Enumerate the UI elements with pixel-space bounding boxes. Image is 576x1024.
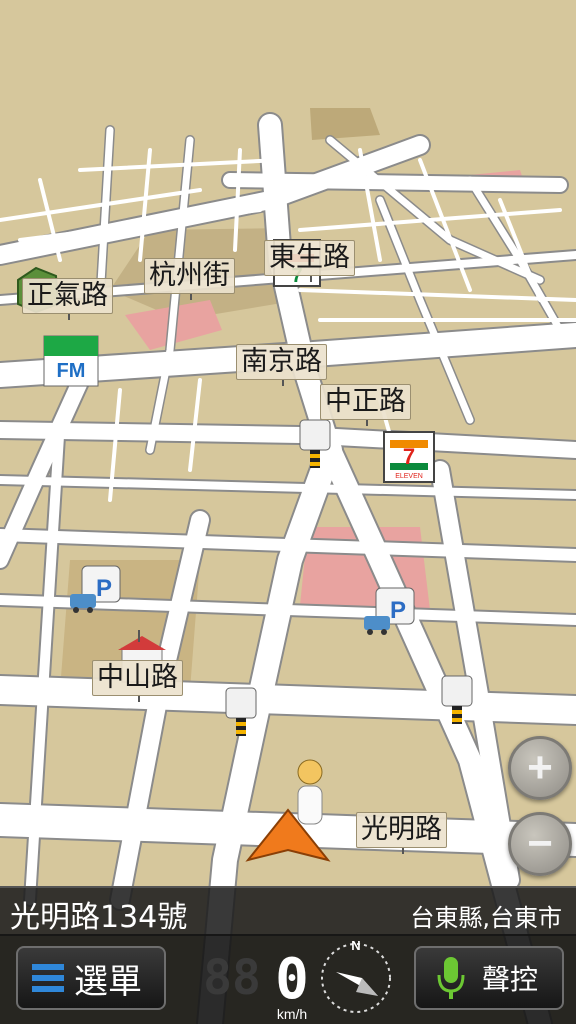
control-bar: 選單 88 0 km/h N 聲控 xyxy=(0,934,576,1024)
eleven-text: ELEVEN xyxy=(395,473,423,480)
map-canvas[interactable]: 7 7 ELEVEN FM P P xyxy=(0,0,576,1024)
svg-text:P: P xyxy=(96,575,112,602)
street-label-zhongshan: 中山路 xyxy=(92,660,183,702)
radio-station-icon[interactable]: FM xyxy=(43,335,99,387)
pedestrian-icon xyxy=(297,759,323,825)
speedometer: 88 0 km/h xyxy=(203,947,309,1022)
current-address: 光明路134號 xyxy=(10,900,188,935)
voice-control-label: 聲控 xyxy=(482,963,539,996)
voice-control-button[interactable]: 聲控 xyxy=(414,946,564,1010)
svg-text:P: P xyxy=(390,597,406,624)
street-label-guangming: 光明路 xyxy=(356,812,447,854)
speed-value: 0 xyxy=(275,947,309,1012)
compass-north-letter: N xyxy=(351,938,360,953)
map-block xyxy=(310,108,380,140)
menu-label: 選單 xyxy=(74,961,142,1002)
compass-icon[interactable]: N xyxy=(316,936,396,1016)
zoom-out-button[interactable]: − xyxy=(508,812,572,876)
bottom-panel: 光明路134號 台東縣,台東市 選單 88 0 km/h N 聲控 xyxy=(0,886,576,1024)
menu-button[interactable]: 選單 xyxy=(16,946,166,1010)
convenience-store-icon[interactable]: 7 ELEVEN xyxy=(383,431,435,483)
menu-icon xyxy=(32,964,64,992)
street-label-nanjing: 南京路 xyxy=(236,344,327,386)
current-region: 台東縣,台東市 xyxy=(410,904,562,932)
zoom-in-button[interactable]: + xyxy=(508,736,572,800)
address-bar: 光明路134號 台東縣,台東市 xyxy=(0,886,576,936)
street-label-hangzhou: 杭州街 xyxy=(144,258,235,300)
speed-ghost-digits: 88 xyxy=(203,950,261,1006)
svg-text:7: 7 xyxy=(403,444,415,469)
street-label-dongsheng: 東生路 xyxy=(264,240,355,282)
street-label-zhongzheng: 中正路 xyxy=(320,384,411,426)
svg-text:FM: FM xyxy=(57,360,86,382)
speed-unit: km/h xyxy=(277,1006,307,1022)
microphone-icon xyxy=(437,957,465,999)
street-label-zhengqi: 正氣路 xyxy=(22,278,113,320)
